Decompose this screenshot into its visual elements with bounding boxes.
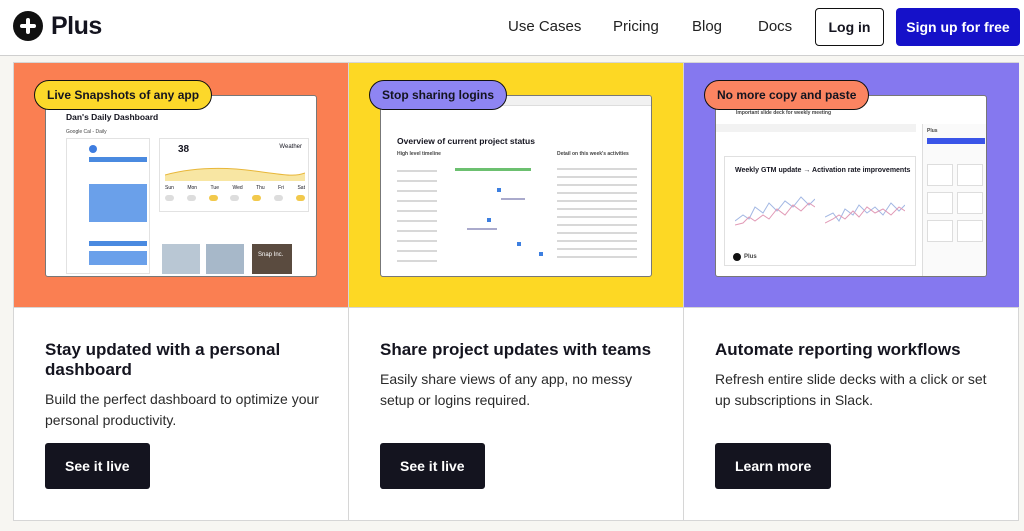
feature-pill-stop-sharing-logins: Stop sharing logins [369, 80, 508, 110]
sun-icon [252, 195, 262, 201]
see-it-live-button[interactable]: See it live [380, 443, 485, 489]
brand-logo[interactable]: Plus [13, 11, 102, 41]
dashboard-screenshot-title: Dan's Daily Dashboard [66, 112, 159, 122]
photo-thumbnail: Snap Inc. [252, 244, 292, 274]
plus-sidebar-panel: Plus [922, 124, 986, 276]
cloud-icon [274, 195, 284, 201]
deck-title: Important slide deck for weekly meeting [736, 110, 832, 116]
card-project-hero: Stop sharing logins Overview of current … [349, 63, 683, 308]
feature-pill-no-copy-paste: No more copy and paste [704, 80, 870, 110]
nav-link-use-cases[interactable]: Use Cases [508, 18, 581, 35]
card-project-description: Easily share views of any app, no messy … [380, 371, 633, 408]
top-navigation: Plus Use Cases Pricing Blog Docs Log in … [0, 0, 1024, 56]
use-case-cards: Live Snapshots of any app Dan's Daily Da… [13, 62, 1019, 521]
line-chart-left [735, 196, 815, 226]
card-project-updates: Stop sharing logins Overview of current … [349, 63, 684, 520]
slide-brand: Plus [744, 254, 757, 260]
slide-title: Weekly GTM update → Activation rate impr… [735, 167, 911, 174]
calendar-widget [66, 138, 150, 274]
activity-table [557, 162, 637, 270]
card-dashboard-title: Stay updated with a personal dashboard [45, 340, 281, 379]
signup-button[interactable]: Sign up for free [896, 8, 1020, 46]
weather-label: Weather [279, 144, 302, 150]
slides-screenshot: Important slide deck for weekly meeting … [715, 95, 987, 277]
temperature-curve [165, 167, 305, 181]
card-project-title: Share project updates with teams [380, 340, 652, 359]
nav-link-pricing[interactable]: Pricing [613, 18, 659, 35]
card-reporting-title: Automate reporting workflows [715, 340, 961, 359]
plus-logo-icon [733, 253, 741, 261]
photo-caption: Snap Inc. [258, 252, 284, 258]
sidebar-brand: Plus [927, 128, 938, 134]
project-screenshot-title: Overview of current project status [397, 136, 535, 146]
nav-link-blog[interactable]: Blog [692, 18, 722, 35]
activities-heading: Detail on this week's activities [557, 151, 629, 157]
weather-widget: 38 Weather Sun Mon Tue Wed Thu Fri Sat [159, 138, 309, 212]
dashboard-screenshot: Dan's Daily Dashboard Google Cal - Daily… [45, 95, 317, 277]
gantt-chart [397, 162, 547, 270]
feature-pill-live-snapshots: Live Snapshots of any app [34, 80, 213, 110]
card-dashboard-hero: Live Snapshots of any app Dan's Daily Da… [14, 63, 348, 308]
brand-name: Plus [51, 11, 102, 40]
forecast-icons [165, 195, 305, 201]
card-reporting-description: Refresh entire slide decks with a click … [715, 371, 987, 408]
card-reporting-hero: No more copy and paste Important slide d… [684, 63, 1019, 308]
weather-temperature: 38 [178, 144, 190, 155]
card-dashboard-description: Build the perfect dashboard to optimize … [45, 391, 319, 428]
cloud-icon [165, 195, 174, 201]
calendar-widget-label: Google Cal - Daily [66, 129, 107, 135]
line-chart-right [825, 202, 905, 224]
login-button[interactable]: Log in [815, 8, 884, 46]
sun-icon [208, 195, 218, 201]
learn-more-button[interactable]: Learn more [715, 443, 832, 489]
sun-icon [295, 195, 305, 201]
cloud-icon [186, 195, 196, 201]
timeline-heading: High level timeline [397, 151, 441, 157]
cloud-icon [230, 195, 240, 201]
forecast-days: Sun Mon Tue Wed Thu Fri Sat [165, 185, 305, 191]
slide-canvas: Weekly GTM update → Activation rate impr… [724, 156, 916, 266]
photo-thumbnail [206, 244, 244, 274]
plus-logo-icon [13, 11, 43, 41]
refresh-snapshots-button[interactable] [927, 138, 985, 144]
slides-toolbar [716, 124, 916, 132]
nav-link-docs[interactable]: Docs [758, 18, 792, 35]
photo-thumbnail [162, 244, 200, 274]
card-dashboard: Live Snapshots of any app Dan's Daily Da… [14, 63, 349, 520]
card-reporting: No more copy and paste Important slide d… [684, 63, 1019, 520]
see-it-live-button[interactable]: See it live [45, 443, 150, 489]
project-screenshot: Overview of current project status High … [380, 95, 652, 277]
